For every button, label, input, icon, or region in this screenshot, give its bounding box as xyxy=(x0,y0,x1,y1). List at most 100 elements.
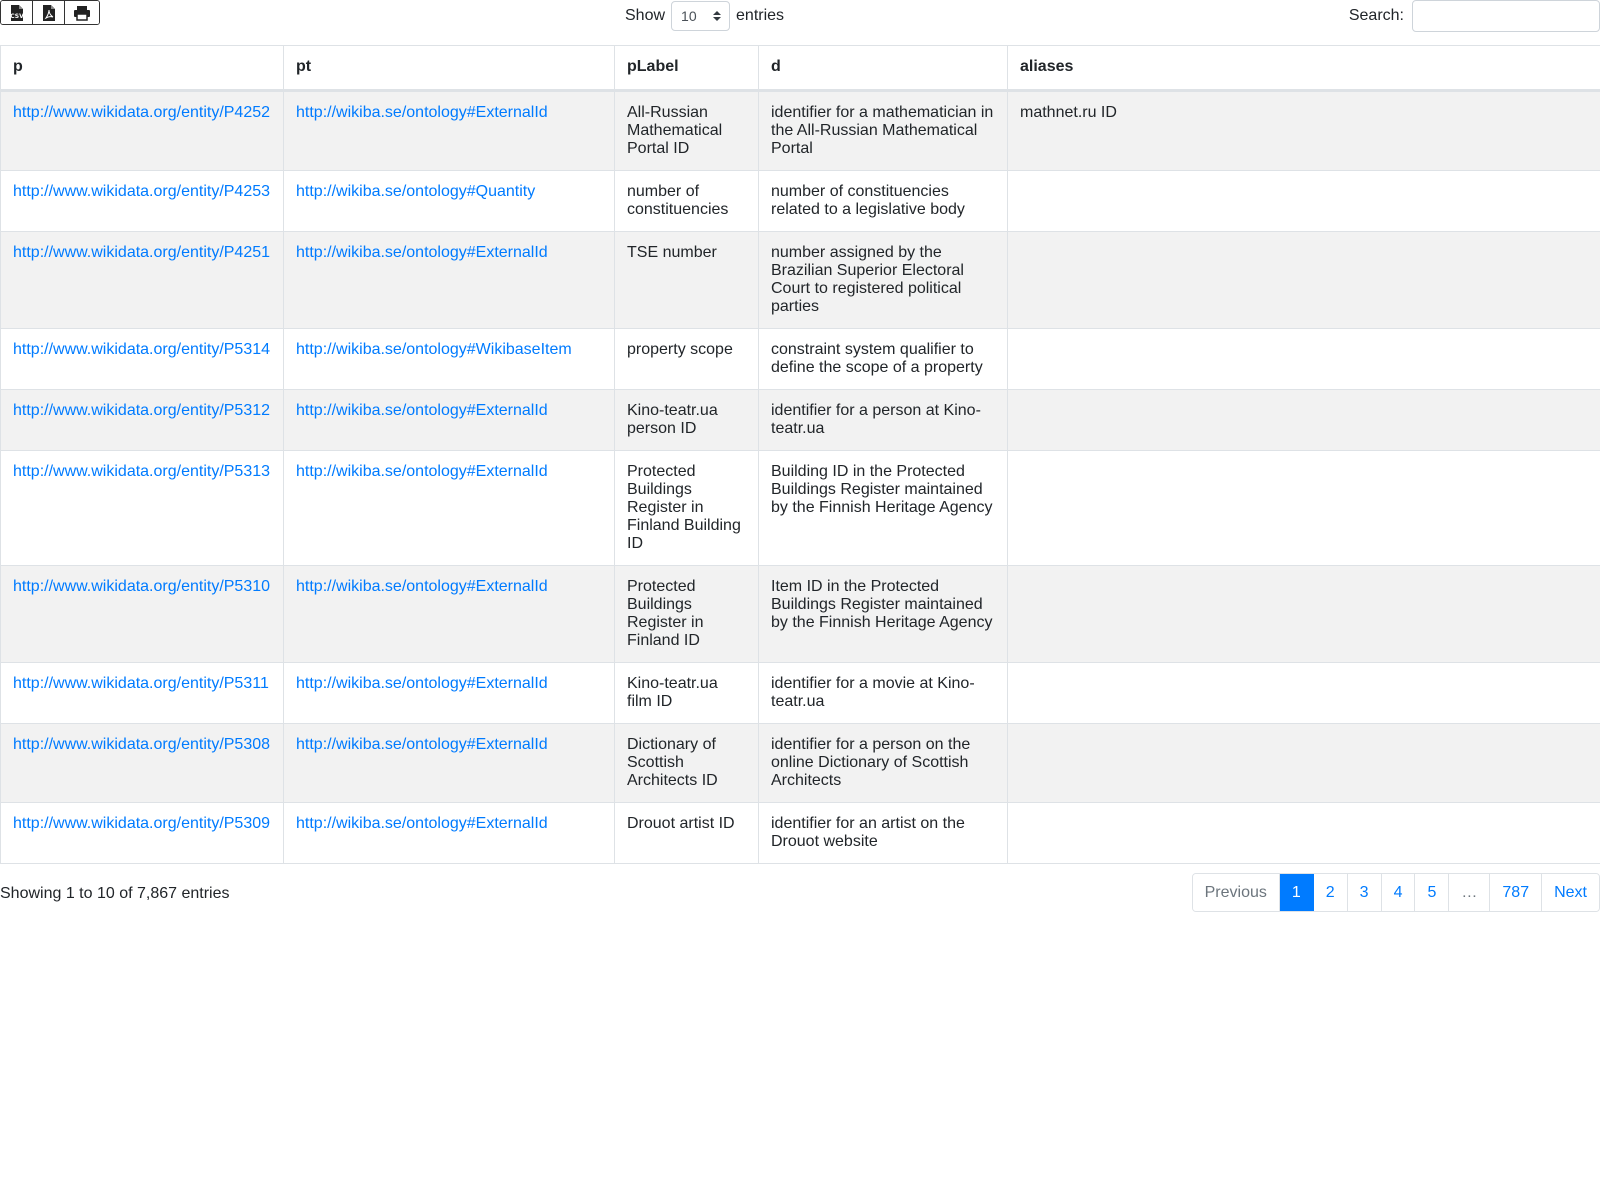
cell-pt-link[interactable]: http://wikiba.se/ontology#Quantity xyxy=(296,183,535,200)
cell-p-link[interactable]: http://www.wikidata.org/entity/P5314 xyxy=(13,341,270,358)
table-cell-pt: http://wikiba.se/ontology#ExternalId xyxy=(283,662,615,724)
table-cell-p: http://www.wikidata.org/entity/P4253 xyxy=(0,170,284,232)
table-cell-p: http://www.wikidata.org/entity/P4252 xyxy=(0,90,284,171)
table-cell-pt: http://wikiba.se/ontology#ExternalId xyxy=(283,231,615,329)
page-787-button[interactable]: 787 xyxy=(1490,874,1543,911)
column-header-pt[interactable]: pt xyxy=(283,45,615,92)
cell-pt-link[interactable]: http://wikiba.se/ontology#ExternalId xyxy=(296,104,548,121)
table-cell-plabel: Drouot artist ID xyxy=(614,802,759,864)
table-cell-d: identifier for a person on the online Di… xyxy=(758,723,1008,803)
page-3-button[interactable]: 3 xyxy=(1347,874,1382,911)
pagination-ellipsis: … xyxy=(1449,874,1491,911)
cell-pt-link[interactable]: http://wikiba.se/ontology#ExternalId xyxy=(296,463,548,480)
length-control: Show 10 entries xyxy=(625,0,784,32)
cell-plabel: Protected Buildings Register in Finland … xyxy=(627,578,704,649)
cell-d: number assigned by the Brazilian Superio… xyxy=(771,244,964,315)
cell-p-link[interactable]: http://www.wikidata.org/entity/P4251 xyxy=(13,244,270,261)
print-button[interactable] xyxy=(65,1,99,24)
table-cell-pt: http://wikiba.se/ontology#WikibaseItem xyxy=(283,328,615,390)
table-cell-aliases: mathnet.ru ID xyxy=(1007,90,1600,171)
cell-d: constraint system qualifier to define th… xyxy=(771,341,983,376)
search-input[interactable] xyxy=(1412,0,1600,32)
entries-per-page-select[interactable]: 10 xyxy=(671,1,731,31)
show-label: Show xyxy=(625,7,666,24)
cell-plabel: All-Russian Mathematical Portal ID xyxy=(627,104,723,157)
table-cell-pt: http://wikiba.se/ontology#ExternalId xyxy=(283,389,615,451)
table-cell-p: http://www.wikidata.org/entity/P5308 xyxy=(0,723,284,803)
page-2-button[interactable]: 2 xyxy=(1313,874,1348,911)
select-arrows-icon xyxy=(713,11,722,21)
page-1-button[interactable]: 1 xyxy=(1279,874,1314,911)
entries-label: entries xyxy=(736,7,785,24)
cell-plabel: TSE number xyxy=(627,244,717,261)
cell-p-link[interactable]: http://www.wikidata.org/entity/P5313 xyxy=(13,463,270,480)
table-cell-p: http://www.wikidata.org/entity/P5310 xyxy=(0,565,284,663)
table-cell-plabel: TSE number xyxy=(614,231,759,329)
cell-p-link[interactable]: http://www.wikidata.org/entity/P4252 xyxy=(13,104,270,121)
table-cell-pt: http://wikiba.se/ontology#ExternalId xyxy=(283,450,615,566)
cell-pt-link[interactable]: http://wikiba.se/ontology#ExternalId xyxy=(296,736,548,753)
page-4-button[interactable]: 4 xyxy=(1381,874,1416,911)
table-row: http://www.wikidata.org/entity/P5313 http… xyxy=(0,450,1600,566)
data-table: p pt pLabel d aliases http://www.wikidat… xyxy=(0,45,1600,864)
table-cell-aliases xyxy=(1007,450,1600,566)
cell-p-link[interactable]: http://www.wikidata.org/entity/P5311 xyxy=(13,675,269,692)
table-cell-d: identifier for an artist on the Drouot w… xyxy=(758,802,1008,864)
cell-pt-link[interactable]: http://wikiba.se/ontology#ExternalId xyxy=(296,815,548,832)
column-header-aliases[interactable]: aliases xyxy=(1007,45,1600,92)
cell-d: Building ID in the Protected Buildings R… xyxy=(771,463,993,516)
table-cell-d: Building ID in the Protected Buildings R… xyxy=(758,450,1008,566)
export-buttons: CSV xyxy=(0,0,100,25)
table-cell-aliases xyxy=(1007,723,1600,803)
csv-file-icon: CSV xyxy=(10,4,24,21)
entries-per-page-value: 10 xyxy=(681,8,697,24)
cell-plabel: property scope xyxy=(627,341,733,358)
csv-export-button[interactable]: CSV xyxy=(1,1,33,24)
cell-p-link[interactable]: http://www.wikidata.org/entity/P5312 xyxy=(13,402,270,419)
pdf-export-button[interactable] xyxy=(33,1,65,24)
table-row: http://www.wikidata.org/entity/P5311 http… xyxy=(0,662,1600,724)
cell-d: identifier for a person on the online Di… xyxy=(771,736,971,789)
table-cell-aliases xyxy=(1007,328,1600,390)
table-cell-pt: http://wikiba.se/ontology#Quantity xyxy=(283,170,615,232)
cell-pt-link[interactable]: http://wikiba.se/ontology#ExternalId xyxy=(296,402,548,419)
cell-d: identifier for a person at Kino-teatr.ua xyxy=(771,402,981,437)
cell-p-link[interactable]: http://www.wikidata.org/entity/P4253 xyxy=(13,183,270,200)
cell-d: identifier for a mathematician in the Al… xyxy=(771,104,994,157)
table-cell-d: constraint system qualifier to define th… xyxy=(758,328,1008,390)
cell-pt-link[interactable]: http://wikiba.se/ontology#ExternalId xyxy=(296,244,548,261)
table-cell-pt: http://wikiba.se/ontology#ExternalId xyxy=(283,565,615,663)
table-cell-aliases xyxy=(1007,170,1600,232)
table-cell-d: identifier for a mathematician in the Al… xyxy=(758,90,1008,171)
cell-pt-link[interactable]: http://wikiba.se/ontology#WikibaseItem xyxy=(296,341,572,358)
column-header-plabel[interactable]: pLabel xyxy=(614,45,759,92)
table-cell-p: http://www.wikidata.org/entity/P4251 xyxy=(0,231,284,329)
table-cell-plabel: Kino-teatr.ua person ID xyxy=(614,389,759,451)
page-5-button[interactable]: 5 xyxy=(1415,874,1450,911)
table-cell-plabel: Dictionary of Scottish Architects ID xyxy=(614,723,759,803)
cell-pt-link[interactable]: http://wikiba.se/ontology#ExternalId xyxy=(296,578,548,595)
cell-p-link[interactable]: http://www.wikidata.org/entity/P5309 xyxy=(13,815,270,832)
table-cell-d: number assigned by the Brazilian Superio… xyxy=(758,231,1008,329)
cell-p-link[interactable]: http://www.wikidata.org/entity/P5308 xyxy=(13,736,270,753)
column-header-p[interactable]: p xyxy=(0,45,284,92)
pagination: Previous 1 2 3 4 5… 787 Next xyxy=(1191,873,1600,912)
cell-pt-link[interactable]: http://wikiba.se/ontology#ExternalId xyxy=(296,675,548,692)
cell-d: identifier for an artist on the Drouot w… xyxy=(771,815,965,850)
table-cell-plabel: Protected Buildings Register in Finland … xyxy=(614,450,759,566)
table-cell-aliases xyxy=(1007,802,1600,864)
table-cell-plabel: number of constituencies xyxy=(614,170,759,232)
table-cell-d: identifier for a person at Kino-teatr.ua xyxy=(758,389,1008,451)
column-header-d[interactable]: d xyxy=(758,45,1008,92)
next-page-button[interactable]: Next xyxy=(1542,874,1599,911)
previous-page-button[interactable]: Previous xyxy=(1192,874,1280,911)
cell-p-link[interactable]: http://www.wikidata.org/entity/P5310 xyxy=(13,578,270,595)
cell-d: identifier for a movie at Kino-teatr.ua xyxy=(771,675,975,710)
table-cell-aliases xyxy=(1007,231,1600,329)
table-cell-p: http://www.wikidata.org/entity/P5309 xyxy=(0,802,284,864)
table-cell-plabel: Kino-teatr.ua film ID xyxy=(614,662,759,724)
search-control: Search: xyxy=(1349,0,1600,32)
table-cell-d: Item ID in the Protected Buildings Regis… xyxy=(758,565,1008,663)
table-row: http://www.wikidata.org/entity/P4253 http… xyxy=(0,170,1600,232)
table-cell-p: http://www.wikidata.org/entity/P5312 xyxy=(0,389,284,451)
